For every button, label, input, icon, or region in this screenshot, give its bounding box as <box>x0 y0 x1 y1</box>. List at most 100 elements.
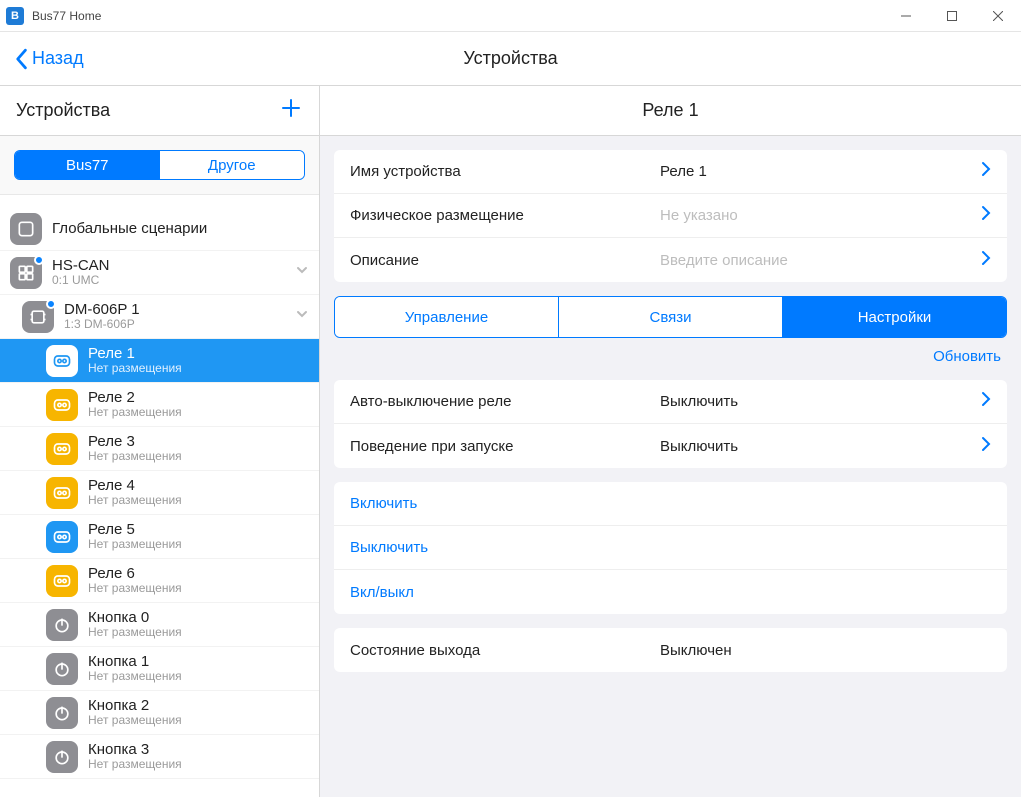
tree-label: Глобальные сценарии <box>52 220 207 237</box>
tree-sublabel: Нет размещения <box>88 494 182 508</box>
back-button[interactable]: Назад <box>14 48 84 70</box>
row-value: Выключить <box>660 393 973 410</box>
sidebar-item-relay-3[interactable]: Реле 3Нет размещения <box>0 427 319 471</box>
chevron-down-icon <box>295 307 309 326</box>
relay-icon <box>46 345 78 377</box>
app-icon: B <box>6 7 24 25</box>
detail-title: Реле 1 <box>320 86 1021 136</box>
row-label: Поведение при запуске <box>350 438 660 455</box>
page-title: Устройства <box>463 48 557 69</box>
sidebar-item-button-3[interactable]: Кнопка 3Нет размещения <box>0 735 319 779</box>
row-auto-off[interactable]: Авто-выключение реле Выключить <box>334 380 1007 424</box>
tree-label: Кнопка 1 <box>88 653 182 670</box>
sidebar-item-relay-2[interactable]: Реле 2Нет размещения <box>0 383 319 427</box>
relay-icon <box>46 565 78 597</box>
tree-sublabel: Нет размещения <box>88 450 182 464</box>
tree-label: Кнопка 3 <box>88 741 182 758</box>
refresh-button[interactable]: Обновить <box>933 348 1001 365</box>
tree-label: Реле 6 <box>88 565 182 582</box>
tree-label: Реле 5 <box>88 521 182 538</box>
chevron-right-icon <box>981 391 991 412</box>
detail-tabs: Управление Связи Настройки <box>334 296 1007 338</box>
tree-label: DM-606P 1 <box>64 301 140 318</box>
tree-sublabel: Нет размещения <box>88 670 182 684</box>
power-icon <box>46 653 78 685</box>
row-value: Выключен <box>660 642 991 659</box>
tree-label: Кнопка 2 <box>88 697 182 714</box>
row-label: Описание <box>350 252 660 269</box>
row-label: Имя устройства <box>350 163 660 180</box>
row-placement[interactable]: Физическое размещение Не указано <box>334 194 1007 238</box>
navbar: Назад Устройства <box>0 32 1021 86</box>
tree-sublabel: Нет размещения <box>88 626 182 640</box>
maximize-button[interactable] <box>929 0 975 32</box>
segment-bus77[interactable]: Bus77 <box>15 151 160 179</box>
row-value: Реле 1 <box>660 163 973 180</box>
relay-icon <box>46 477 78 509</box>
tree-sublabel: 1:3 DM-606P <box>64 318 140 332</box>
bus-icon <box>10 257 42 289</box>
add-device-button[interactable] <box>279 96 303 125</box>
status-dot <box>46 299 56 309</box>
relay-icon <box>46 389 78 421</box>
segment-other[interactable]: Другое <box>160 151 305 179</box>
sidebar: Устройства Bus77 Другое Глобальные сцена… <box>0 86 320 797</box>
module-icon <box>22 301 54 333</box>
tree-sublabel: Нет размещения <box>88 406 182 420</box>
sidebar-item-dm606p[interactable]: DM-606P 1 1:3 DM-606P <box>0 295 319 339</box>
settings-group: Авто-выключение реле Выключить Поведение… <box>334 380 1007 468</box>
tree-sublabel: Нет размещения <box>88 582 182 596</box>
row-description[interactable]: Описание Введите описание <box>334 238 1007 282</box>
sidebar-item-button-1[interactable]: Кнопка 1Нет размещения <box>0 647 319 691</box>
close-button[interactable] <box>975 0 1021 32</box>
row-value: Выключить <box>660 438 973 455</box>
window-title: Bus77 Home <box>32 9 101 23</box>
row-label: Состояние выхода <box>350 642 660 659</box>
minimize-button[interactable] <box>883 0 929 32</box>
tree-sublabel: Нет размещения <box>88 758 182 772</box>
chevron-right-icon <box>981 161 991 182</box>
sidebar-segment: Bus77 Другое <box>14 150 305 180</box>
tree-label: Кнопка 0 <box>88 609 182 626</box>
sidebar-item-relay-1[interactable]: Реле 1 Нет размещения <box>0 339 319 383</box>
tab-control[interactable]: Управление <box>335 297 559 337</box>
power-icon <box>46 609 78 641</box>
actions-group: Включить Выключить Вкл/выкл <box>334 482 1007 614</box>
detail-pane: Реле 1 Имя устройства Реле 1 Физическое … <box>320 86 1021 797</box>
content: Устройства Bus77 Другое Глобальные сцена… <box>0 86 1021 797</box>
sidebar-item-relay-6[interactable]: Реле 6Нет размещения <box>0 559 319 603</box>
chevron-right-icon <box>981 205 991 226</box>
tree-label: Реле 1 <box>88 345 182 362</box>
chevron-down-icon <box>295 263 309 282</box>
action-on[interactable]: Включить <box>334 482 1007 526</box>
row-label: Авто-выключение реле <box>350 393 660 410</box>
sidebar-item-global-scenarios[interactable]: Глобальные сценарии <box>0 207 319 251</box>
info-group: Имя устройства Реле 1 Физическое размеще… <box>334 150 1007 282</box>
status-dot <box>34 255 44 265</box>
tab-settings[interactable]: Настройки <box>783 297 1006 337</box>
action-toggle[interactable]: Вкл/выкл <box>334 570 1007 614</box>
power-icon <box>46 741 78 773</box>
window-titlebar: B Bus77 Home <box>0 0 1021 32</box>
sidebar-item-relay-5[interactable]: Реле 5Нет размещения <box>0 515 319 559</box>
back-label: Назад <box>32 48 84 69</box>
action-off[interactable]: Выключить <box>334 526 1007 570</box>
row-label: Физическое размещение <box>350 207 660 224</box>
relay-icon <box>46 433 78 465</box>
power-icon <box>46 697 78 729</box>
sidebar-title: Устройства <box>16 100 110 121</box>
state-group: Состояние выхода Выключен <box>334 628 1007 672</box>
row-value: Не указано <box>660 207 973 224</box>
tab-links[interactable]: Связи <box>559 297 783 337</box>
row-output-state: Состояние выхода Выключен <box>334 628 1007 672</box>
sidebar-item-hscan[interactable]: HS-CAN 0:1 UMC <box>0 251 319 295</box>
row-value: Введите описание <box>660 252 973 269</box>
row-startup-behavior[interactable]: Поведение при запуске Выключить <box>334 424 1007 468</box>
sidebar-item-relay-4[interactable]: Реле 4Нет размещения <box>0 471 319 515</box>
tree-sublabel: Нет размещения <box>88 362 182 376</box>
tree-label: Реле 3 <box>88 433 182 450</box>
sidebar-item-button-0[interactable]: Кнопка 0Нет размещения <box>0 603 319 647</box>
row-device-name[interactable]: Имя устройства Реле 1 <box>334 150 1007 194</box>
sidebar-item-button-2[interactable]: Кнопка 2Нет размещения <box>0 691 319 735</box>
sidebar-header: Устройства <box>0 86 319 136</box>
